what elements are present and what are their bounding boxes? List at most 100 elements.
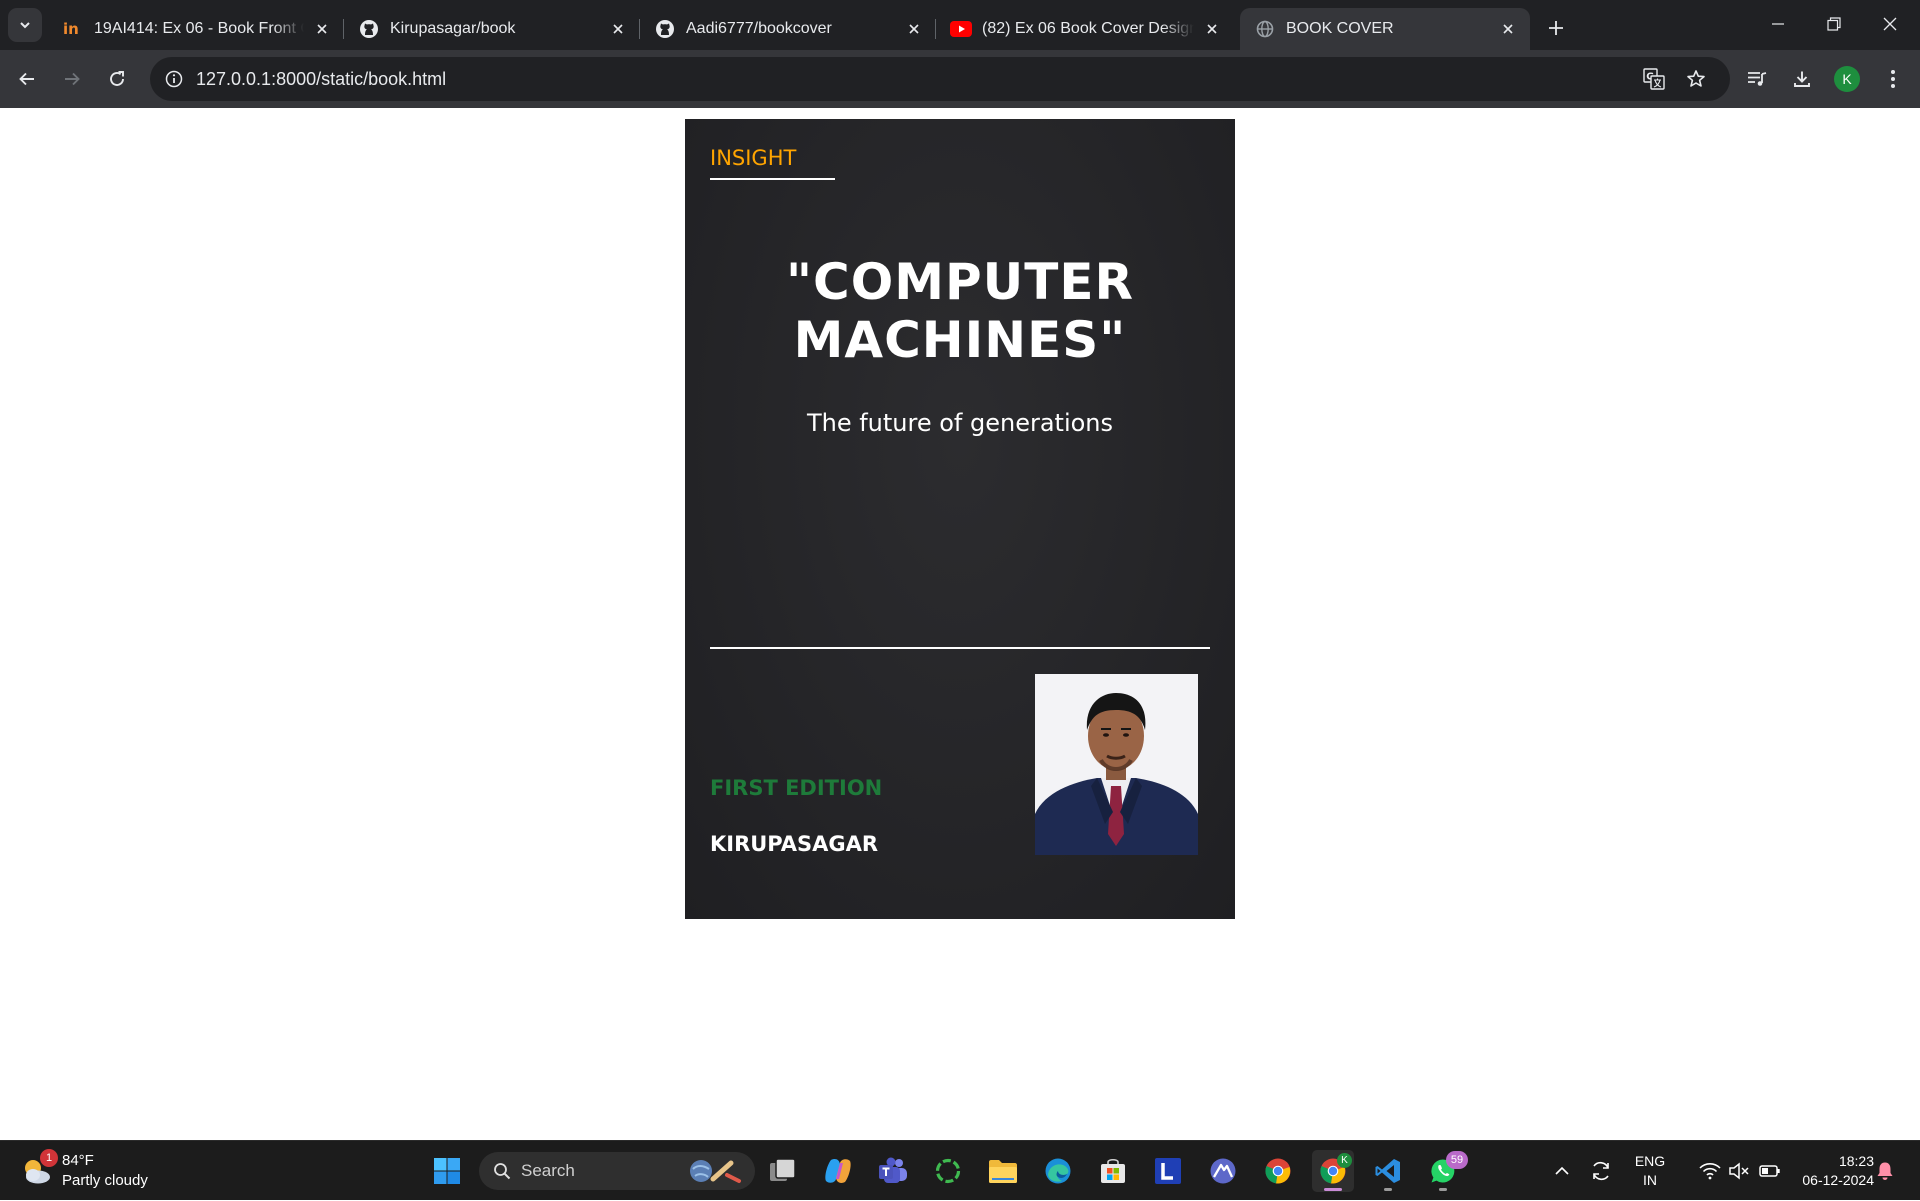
page-viewport: INSIGHT "COMPUTER MACHINES" The future o… [0,108,1920,1140]
chrome-button[interactable] [1257,1150,1299,1192]
tab-search-button[interactable] [8,8,42,42]
tab-title: (82) Ex 06 Book Cover Design using [982,20,1194,37]
publisher-label: INSIGHT [710,146,797,170]
author-photo [1035,674,1198,855]
search-label: Search [521,1161,575,1180]
bookmark-star-icon[interactable] [1680,63,1712,95]
download-icon [1794,71,1810,87]
volume-muted-icon [1729,1162,1749,1180]
tab-4[interactable]: BOOK COVER [1240,8,1530,50]
edge-button[interactable] [1037,1150,1079,1192]
input-language-button[interactable]: ENG IN [1626,1141,1674,1201]
back-button[interactable] [8,60,46,98]
plus-icon [1549,21,1563,35]
active-indicator [1324,1188,1342,1191]
tab-3[interactable]: (82) Ex 06 Book Cover Design using [936,8,1234,50]
microsoft-store-button[interactable] [1092,1150,1134,1192]
vscode-button[interactable] [1367,1150,1409,1192]
weather-condition: Partly cloudy [62,1172,148,1189]
weather-badge: 1 [40,1149,58,1167]
teams-button[interactable] [872,1150,914,1192]
clock-date: 06-12-2024 [1802,1172,1874,1188]
close-tab-icon[interactable] [312,19,332,39]
minimize-button[interactable] [1750,0,1806,48]
publisher-underline [710,178,835,180]
tab-1[interactable]: Kirupasagar/book [344,8,640,50]
reload-button[interactable] [98,60,136,98]
file-explorer-button[interactable] [982,1150,1024,1192]
app-ring-button[interactable] [927,1150,969,1192]
url-text[interactable]: 127.0.0.1:8000/static/book.html [196,57,446,101]
chrome-profile-badge: K [1337,1153,1352,1168]
github-icon [358,18,380,40]
invision-icon: in [62,18,84,40]
chevron-up-icon [1555,1166,1569,1175]
browser-toolbar: 127.0.0.1:8000/static/book.html G K [0,50,1920,108]
weather-temp: 84°F [62,1152,94,1169]
letter-l-app-icon [1155,1158,1181,1184]
chrome-icon [1265,1158,1291,1184]
folder-icon [989,1160,1017,1183]
tab-strip: in 19AI414: Ex 06 - Book Front Cover Kir… [0,0,1920,50]
chevron-down-icon [20,22,30,29]
restore-button[interactable] [1806,0,1862,48]
browser-menu-button[interactable] [1874,60,1912,98]
close-tab-icon[interactable] [1202,19,1222,39]
sync-tray-button[interactable] [1584,1141,1618,1201]
search-highlight-icon [690,1160,741,1183]
weather-widget[interactable]: 1 84°F Partly cloudy [20,1149,148,1193]
show-hidden-icons-button[interactable] [1545,1141,1579,1201]
translate-icon[interactable]: G [1638,63,1670,95]
app-arc-button[interactable] [1202,1150,1244,1192]
address-bar[interactable]: 127.0.0.1:8000/static/book.html G [150,57,1730,101]
clock-time: 18:23 [1838,1153,1874,1169]
wifi-icon [1699,1163,1721,1180]
app-l-button[interactable] [1147,1150,1189,1192]
tab-0[interactable]: in 19AI414: Ex 06 - Book Front Cover [48,8,344,50]
teams-icon [879,1157,907,1183]
search-icon [494,1163,511,1180]
new-tab-button[interactable] [1540,12,1572,44]
more-vertical-icon [1891,70,1895,88]
language-region: IN [1643,1172,1657,1188]
globe-icon [1254,18,1276,40]
sync-icon [1593,1161,1609,1181]
running-indicator [1384,1188,1392,1191]
copilot-button[interactable] [817,1150,859,1192]
task-view-button[interactable] [762,1150,804,1192]
mountain-app-icon [1210,1158,1236,1184]
bell-icon [1877,1162,1893,1180]
tab-title: Aadi6777/bookcover [686,20,832,37]
arrow-left-icon [19,72,34,86]
notifications-button[interactable] [1868,1141,1902,1201]
svg-text:in: in [63,21,79,37]
clock[interactable]: 18:23 06-12-2024 [1778,1141,1874,1201]
reload-icon [110,71,124,86]
youtube-icon [950,18,972,40]
book-title-line-1: "COMPUTER [785,253,1134,311]
windows-taskbar: 1 84°F Partly cloudy Search K 59 ENG IN … [0,1140,1920,1200]
tab-2[interactable]: Aadi6777/bookcover [640,8,936,50]
start-button[interactable] [426,1150,468,1192]
close-tab-icon[interactable] [1498,19,1518,39]
author-name: KIRUPASAGAR [710,832,879,856]
chrome-profile-button[interactable]: K [1312,1150,1354,1192]
cover-divider [710,647,1210,649]
site-info-icon[interactable] [158,63,190,95]
edge-icon [1045,1158,1071,1184]
media-controls-button[interactable] [1738,60,1776,98]
forward-button[interactable] [53,60,91,98]
taskbar-search[interactable]: Search [479,1152,755,1190]
whatsapp-button[interactable]: 59 [1422,1150,1468,1192]
profile-avatar[interactable]: K [1834,66,1860,92]
close-window-button[interactable] [1862,0,1918,48]
close-tab-icon[interactable] [904,19,924,39]
close-tab-icon[interactable] [608,19,628,39]
windows-logo-icon [434,1158,460,1184]
notification-count-badge: 59 [1446,1151,1468,1169]
copilot-icon [825,1159,851,1183]
book-title: "COMPUTER MACHINES" [685,253,1235,369]
book-subtitle: The future of generations [806,409,1114,437]
vscode-icon [1375,1159,1400,1183]
downloads-button[interactable] [1783,60,1821,98]
